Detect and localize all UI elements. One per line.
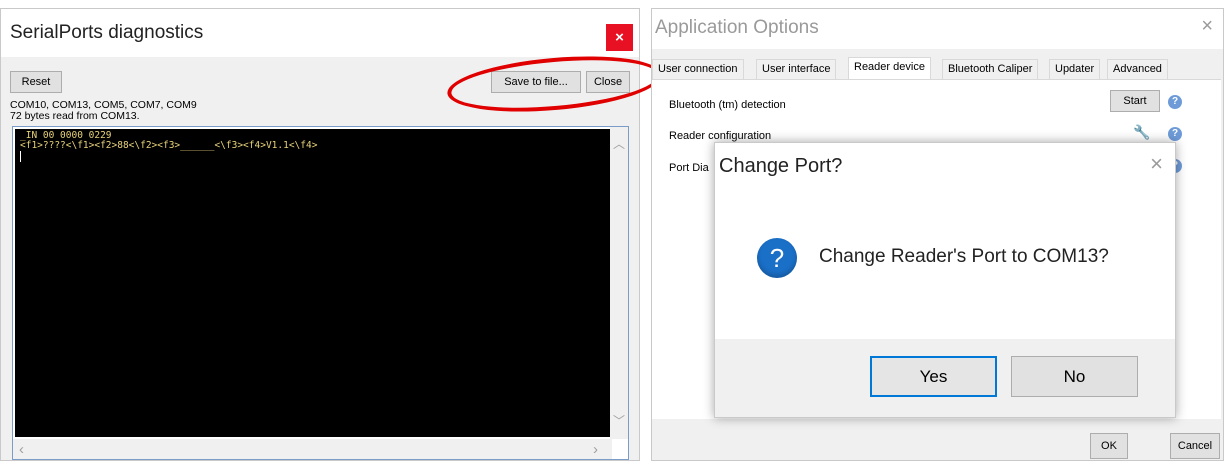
bluetooth-detection-label: Bluetooth (tm) detection	[669, 99, 786, 111]
close-icon[interactable]: ×	[1150, 151, 1163, 177]
text-cursor	[20, 151, 21, 162]
tab-user-interface[interactable]: User interface	[756, 59, 837, 79]
options-title: Application Options	[655, 17, 819, 38]
bytes-read-text: 72 bytes read from COM13.	[10, 110, 140, 122]
horizontal-scrollbar[interactable]: ‹ ›	[13, 439, 612, 459]
tab-bluetooth-caliper[interactable]: Bluetooth Caliper	[942, 59, 1039, 79]
change-port-dialog: Change Port? × ? Change Reader's Port to…	[714, 142, 1176, 418]
scroll-right-icon[interactable]: ›	[593, 441, 598, 458]
scroll-left-icon[interactable]: ‹	[19, 441, 24, 458]
options-titlebar: Application Options ×	[652, 9, 1223, 49]
scroll-down-icon[interactable]: ﹀	[613, 412, 625, 429]
terminal-output[interactable]: _IN 00 0000 0229 <f1>????<\f1><f2>88<\f2…	[12, 126, 629, 460]
vertical-scrollbar[interactable]: ︿ ﹀	[610, 127, 628, 439]
scroll-up-icon[interactable]: ︿	[613, 135, 625, 152]
help-icon[interactable]: ?	[1168, 127, 1182, 141]
ok-button[interactable]: OK	[1090, 433, 1128, 459]
reset-button[interactable]: Reset	[10, 71, 62, 93]
terminal-screen[interactable]: _IN 00 0000 0229 <f1>????<\f1><f2>88<\f2…	[15, 129, 610, 437]
tab-advanced[interactable]: Advanced	[1107, 59, 1168, 79]
start-button[interactable]: Start	[1110, 90, 1160, 112]
no-button[interactable]: No	[1011, 356, 1138, 397]
yes-button[interactable]: Yes	[870, 356, 997, 397]
terminal-line: <f1>????<\f1><f2>88<\f2><f3>______<\f3><…	[20, 140, 318, 151]
wrench-icon[interactable]: 🔧	[1132, 122, 1152, 142]
tab-updater[interactable]: Updater	[1049, 59, 1101, 79]
tab-reader-device[interactable]: Reader device	[848, 57, 931, 80]
dialog-title: Change Port?	[719, 155, 843, 177]
dialog-message: Change Reader's Port to COM13?	[819, 246, 1109, 267]
port-diagnostics-label: Port Dia	[669, 162, 709, 174]
question-icon: ?	[757, 238, 797, 278]
serialports-title: SerialPorts diagnostics	[10, 22, 204, 43]
close-icon[interactable]: ×	[1201, 15, 1213, 38]
cancel-button[interactable]: Cancel	[1170, 433, 1220, 459]
serialports-titlebar: SerialPorts diagnostics ×	[1, 9, 639, 57]
reader-configuration-label: Reader configuration	[669, 130, 772, 142]
close-window-button[interactable]: ×	[606, 24, 633, 51]
tab-user-connection[interactable]: User connection	[652, 59, 744, 79]
help-icon[interactable]: ?	[1168, 95, 1182, 109]
